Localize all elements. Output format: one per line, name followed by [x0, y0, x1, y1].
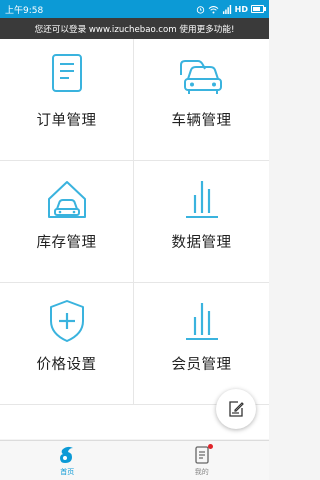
shield-plus-icon: [49, 300, 84, 342]
bottom-navigation: 首页 我的: [0, 440, 269, 480]
menu-item-label: 数据管理: [171, 235, 232, 251]
menu-item-label: 会员管理: [171, 357, 232, 373]
vehicles-icon: [179, 60, 222, 94]
menu-item-label: 库存管理: [36, 235, 97, 251]
bar-chart-icon: [185, 181, 218, 218]
nav-home-label: 首页: [60, 468, 75, 476]
menu-item-vehicles[interactable]: 车辆管理: [134, 39, 269, 161]
menu-item-orders[interactable]: 订单管理: [0, 39, 134, 161]
menu-item-data[interactable]: 数据管理: [134, 161, 269, 283]
network-type: HD: [234, 4, 248, 14]
login-notice-banner[interactable]: 您还可以登录 www.izuchebao.com 使用更多功能!: [0, 18, 269, 39]
menu-item-label: 车辆管理: [171, 113, 232, 129]
nav-mine[interactable]: 我的: [135, 441, 270, 480]
edit-note-icon: [229, 401, 244, 417]
menu-item-label: 价格设置: [36, 357, 97, 373]
home-logo-icon: [60, 446, 74, 463]
notification-badge: [207, 444, 213, 449]
bar-chart-icon: [185, 303, 218, 340]
wifi-icon: [208, 5, 218, 13]
signal-icon: [222, 4, 231, 14]
edit-fab-button[interactable]: [216, 389, 256, 429]
status-icons: HD: [196, 4, 266, 14]
menu-item-pricing[interactable]: 价格设置: [0, 283, 134, 405]
status-time: 上午9:58: [5, 5, 44, 16]
nav-mine-label: 我的: [194, 468, 209, 476]
notice-text: 您还可以登录 www.izuchebao.com 使用更多功能!: [34, 24, 235, 35]
battery-icon: [251, 5, 266, 13]
menu-item-members[interactable]: 会员管理: [134, 283, 269, 405]
nav-home[interactable]: 首页: [0, 441, 135, 480]
garage-car-icon: [47, 181, 86, 218]
menu-item-inventory[interactable]: 库存管理: [0, 161, 134, 283]
order-document-icon: [51, 54, 82, 92]
menu-grid: 订单管理 车辆管理 库存管理 数据管理 价格设置 会员管理: [0, 39, 269, 405]
status-bar: 上午9:58 HD: [0, 0, 269, 18]
alarm-icon: [196, 5, 204, 14]
menu-item-label: 订单管理: [36, 113, 97, 129]
